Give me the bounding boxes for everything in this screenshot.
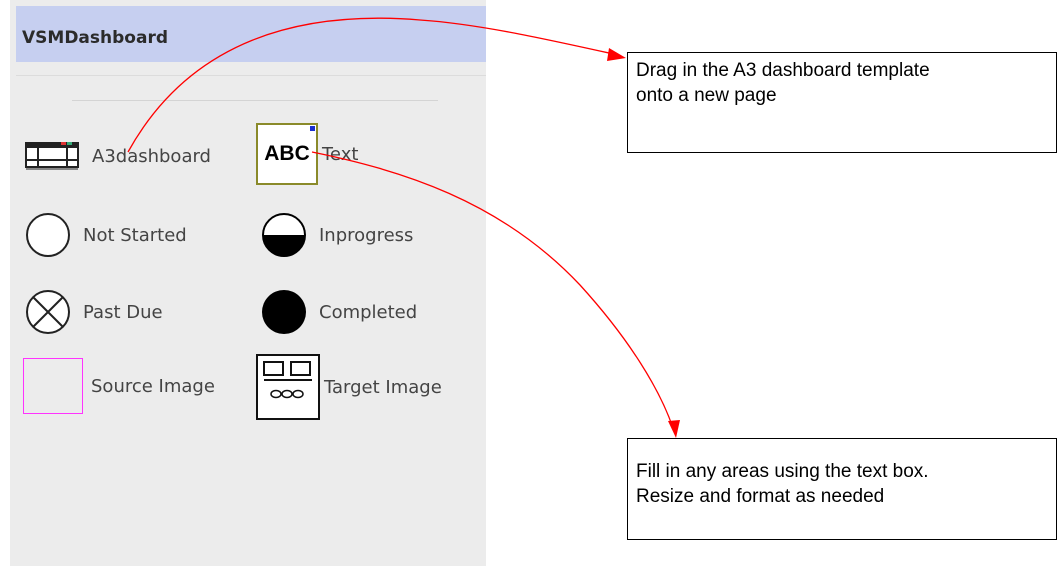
arrowhead-top [607,48,626,61]
arrowhead-bottom [668,420,680,438]
arrow-to-fill-callout [311,151,674,429]
annotation-arrows [127,17,680,438]
arrow-to-drag-callout [127,17,619,153]
